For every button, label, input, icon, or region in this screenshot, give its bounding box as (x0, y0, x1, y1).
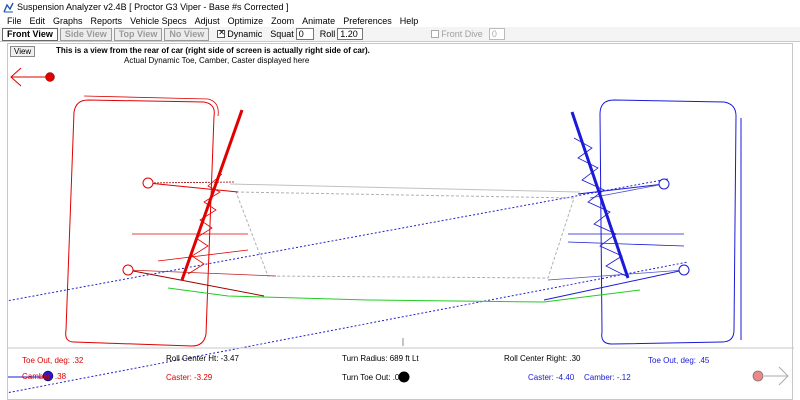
right-arrow-icon[interactable] (752, 366, 789, 386)
menu-animate[interactable]: Animate (298, 16, 339, 26)
menu-optimize[interactable]: Optimize (224, 16, 268, 26)
tab-top-view[interactable]: Top View (113, 27, 163, 41)
menu-help[interactable]: Help (396, 16, 423, 26)
menu-edit[interactable]: Edit (26, 16, 50, 26)
roll-label: Roll (319, 29, 336, 39)
front-dive-checkbox[interactable] (431, 30, 440, 38)
roll-input[interactable]: 1.20 (337, 28, 364, 40)
roll-center-right-readout: Roll Center Right: .30 (504, 354, 581, 363)
menu-adjust[interactable]: Adjust (191, 16, 224, 26)
camber-left-readout: Camber: .38 (22, 372, 67, 381)
turn-radius-readout: Turn Radius: 689 ft Lt (342, 354, 419, 363)
menu-file[interactable]: File (3, 16, 26, 26)
squat-label: Squat (270, 29, 294, 39)
window-title: Suspension Analyzer v2.4B [ Proctor G3 V… (17, 2, 289, 12)
suspension-canvas[interactable]: View This is a view from the rear of car… (7, 43, 794, 400)
right-suspension (543, 111, 690, 301)
left-suspension (122, 109, 277, 297)
turn-toe-out-readout: Turn Toe Out: .007 (342, 373, 409, 382)
caster-left-readout: Caster: -3.29 (166, 373, 213, 382)
caster-right-readout: Caster: -4.40 (528, 373, 575, 382)
menu-graphs[interactable]: Graphs (49, 16, 87, 26)
left-arrow-icon[interactable] (10, 67, 55, 87)
chassis-outline (229, 183, 581, 279)
suspension-diagram (8, 67, 794, 394)
tab-front-view[interactable]: Front View (2, 27, 58, 41)
app-icon (3, 2, 14, 12)
camber-right-readout: Camber: -.12 (584, 373, 631, 382)
view-toolbar: Front View Side View Top View No View Dy… (0, 27, 800, 42)
front-dive-label: Front Dive (441, 29, 483, 39)
toe-right-readout: Toe Out, deg: .45 (648, 356, 710, 365)
menu-preferences[interactable]: Preferences (339, 16, 396, 26)
left-tire (65, 95, 219, 347)
tab-side-view[interactable]: Side View (59, 27, 112, 41)
menu-reports[interactable]: Reports (87, 16, 127, 26)
dynamic-label: Dynamic (227, 29, 263, 39)
toe-left-readout: Toe Out, deg: .32 (22, 356, 84, 365)
menu-vehicle-specs[interactable]: Vehicle Specs (126, 16, 191, 26)
squat-input[interactable]: 0 (295, 28, 314, 40)
title-bar: Suspension Analyzer v2.4B [ Proctor G3 V… (0, 0, 800, 14)
tab-no-view[interactable]: No View (164, 27, 210, 41)
dynamic-checkbox[interactable] (217, 28, 226, 38)
menu-bar: File Edit Graphs Reports Vehicle Specs A… (0, 14, 800, 27)
front-dive-input[interactable]: 0 (488, 28, 505, 40)
menu-zoom[interactable]: Zoom (267, 16, 298, 26)
right-tire (599, 99, 742, 345)
roll-center-ht-readout: Roll Center Ht: -3.47 (166, 354, 239, 363)
